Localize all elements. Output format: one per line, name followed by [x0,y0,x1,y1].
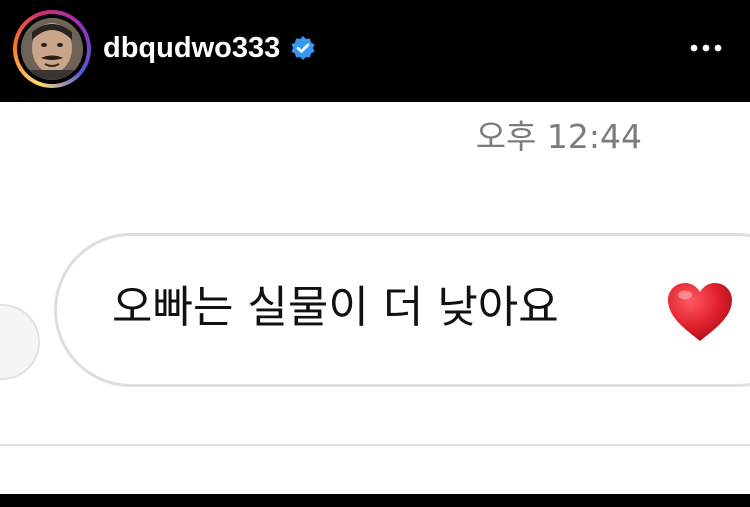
bottom-bar [0,494,750,507]
message-timestamp: 오후 12:44 [475,117,642,156]
composer-divider [0,444,750,446]
verified-badge-icon [291,36,315,60]
avatar-face-image [21,18,83,80]
message-text: 오빠는 실물이 더 낮아요 [112,282,559,333]
more-horizontal-icon[interactable] [688,36,724,60]
dm-screen: dbqudwo333 오후 12:44 오빠는 실물이 더 낮아요 [0,0,750,507]
chat-header: dbqudwo333 [0,0,750,102]
heart-emoji-icon [668,283,732,341]
header-username[interactable]: dbqudwo333 [103,28,280,68]
sender-avatar[interactable] [0,304,40,380]
story-ring[interactable] [13,10,91,88]
avatar[interactable] [21,18,83,80]
